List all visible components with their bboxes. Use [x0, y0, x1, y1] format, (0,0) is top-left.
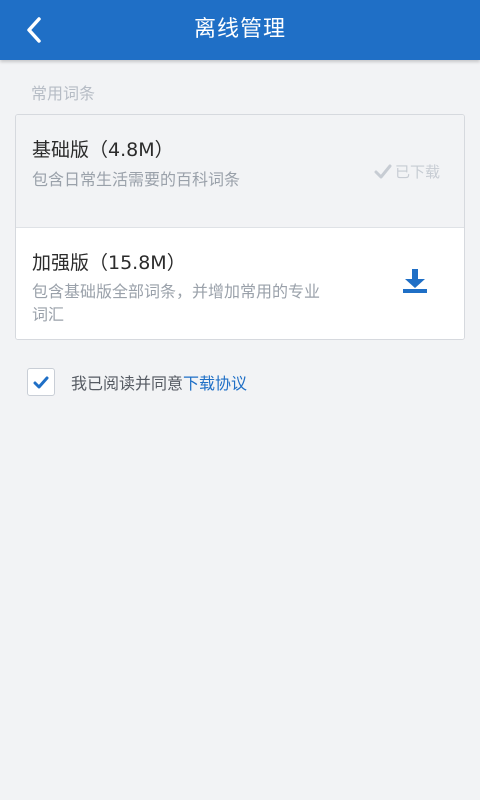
package-description: 包含基础版全部词条，并增加常用的专业词汇: [32, 282, 321, 324]
page-title: 离线管理: [193, 17, 286, 42]
agreement-text: 我已阅读并同意下载协议: [71, 370, 247, 394]
section-label: 常用词条: [31, 84, 96, 103]
package-title: 加强版（15.8M）: [32, 252, 186, 274]
package-title: 基础版（4.8M）: [32, 139, 174, 161]
package-basic-content: 基础版（4.8M） 包含日常生活需要的百科词条 已下载: [16, 115, 462, 227]
package-description: 包含日常生活需要的百科词条: [32, 170, 241, 189]
agreement-row: 我已阅读并同意下载协议: [27, 368, 247, 396]
checkmark-icon: [33, 376, 49, 388]
package-enhanced-content: 加强版（15.8M） 包含基础版全部词条，并增加常用的专业词汇: [16, 228, 462, 339]
downloaded-label: 已下载: [394, 163, 440, 181]
download-agreement-link[interactable]: 下载协议: [183, 374, 247, 393]
downloaded-status: 已下载: [374, 161, 440, 182]
agreement-label: 我已阅读并同意: [71, 374, 184, 393]
app-bar: 离线管理: [0, 0, 480, 60]
agreement-checkbox[interactable]: [27, 368, 55, 396]
download-button[interactable]: [400, 266, 430, 296]
download-icon: [403, 269, 427, 293]
checkmark-icon: [374, 164, 392, 178]
